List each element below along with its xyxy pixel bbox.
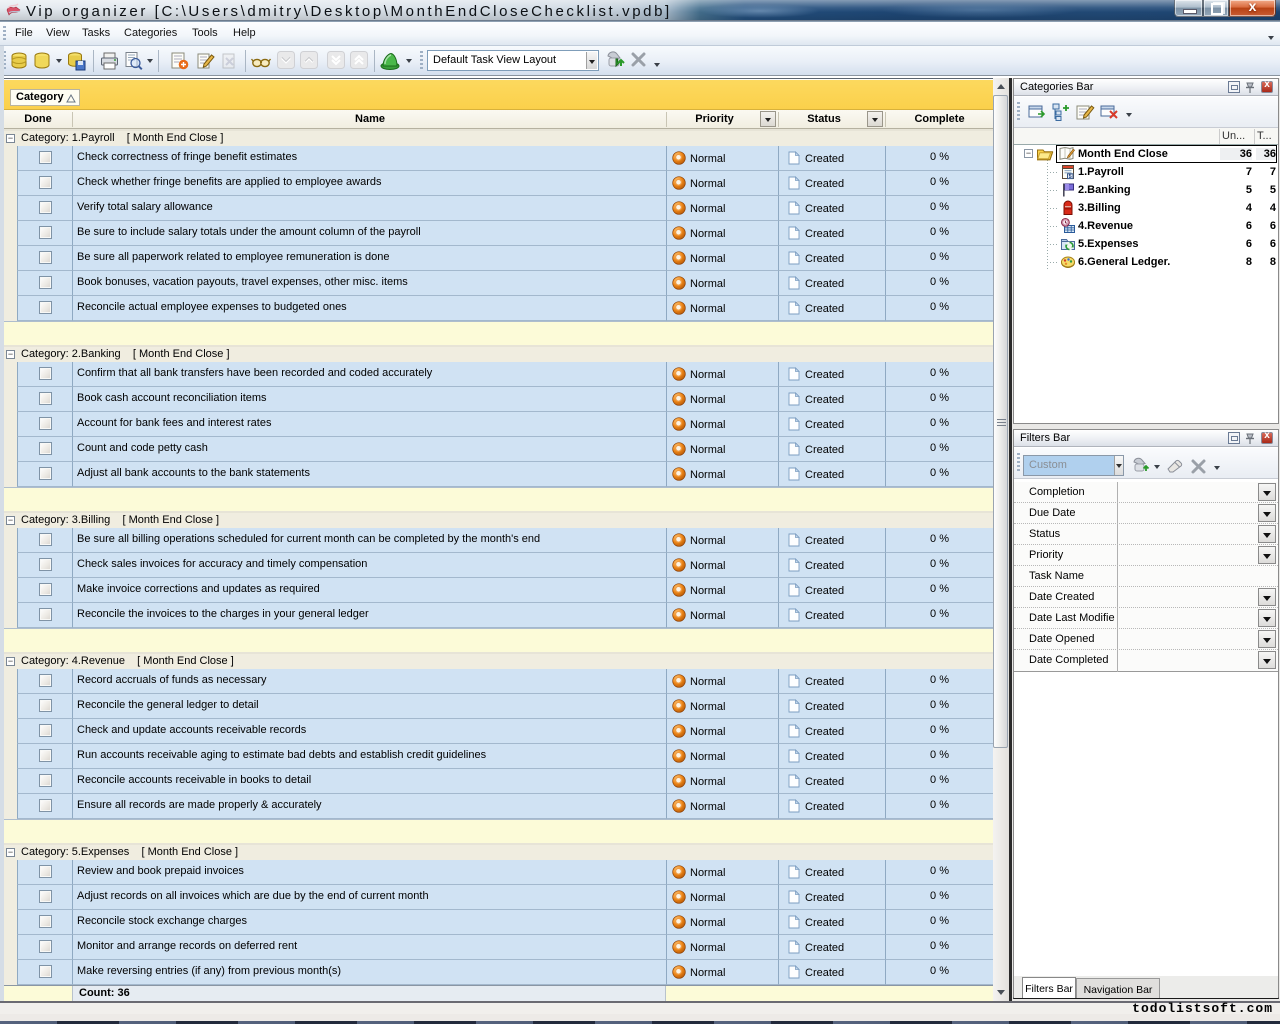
svg-text:5: 5: [1069, 174, 1072, 180]
